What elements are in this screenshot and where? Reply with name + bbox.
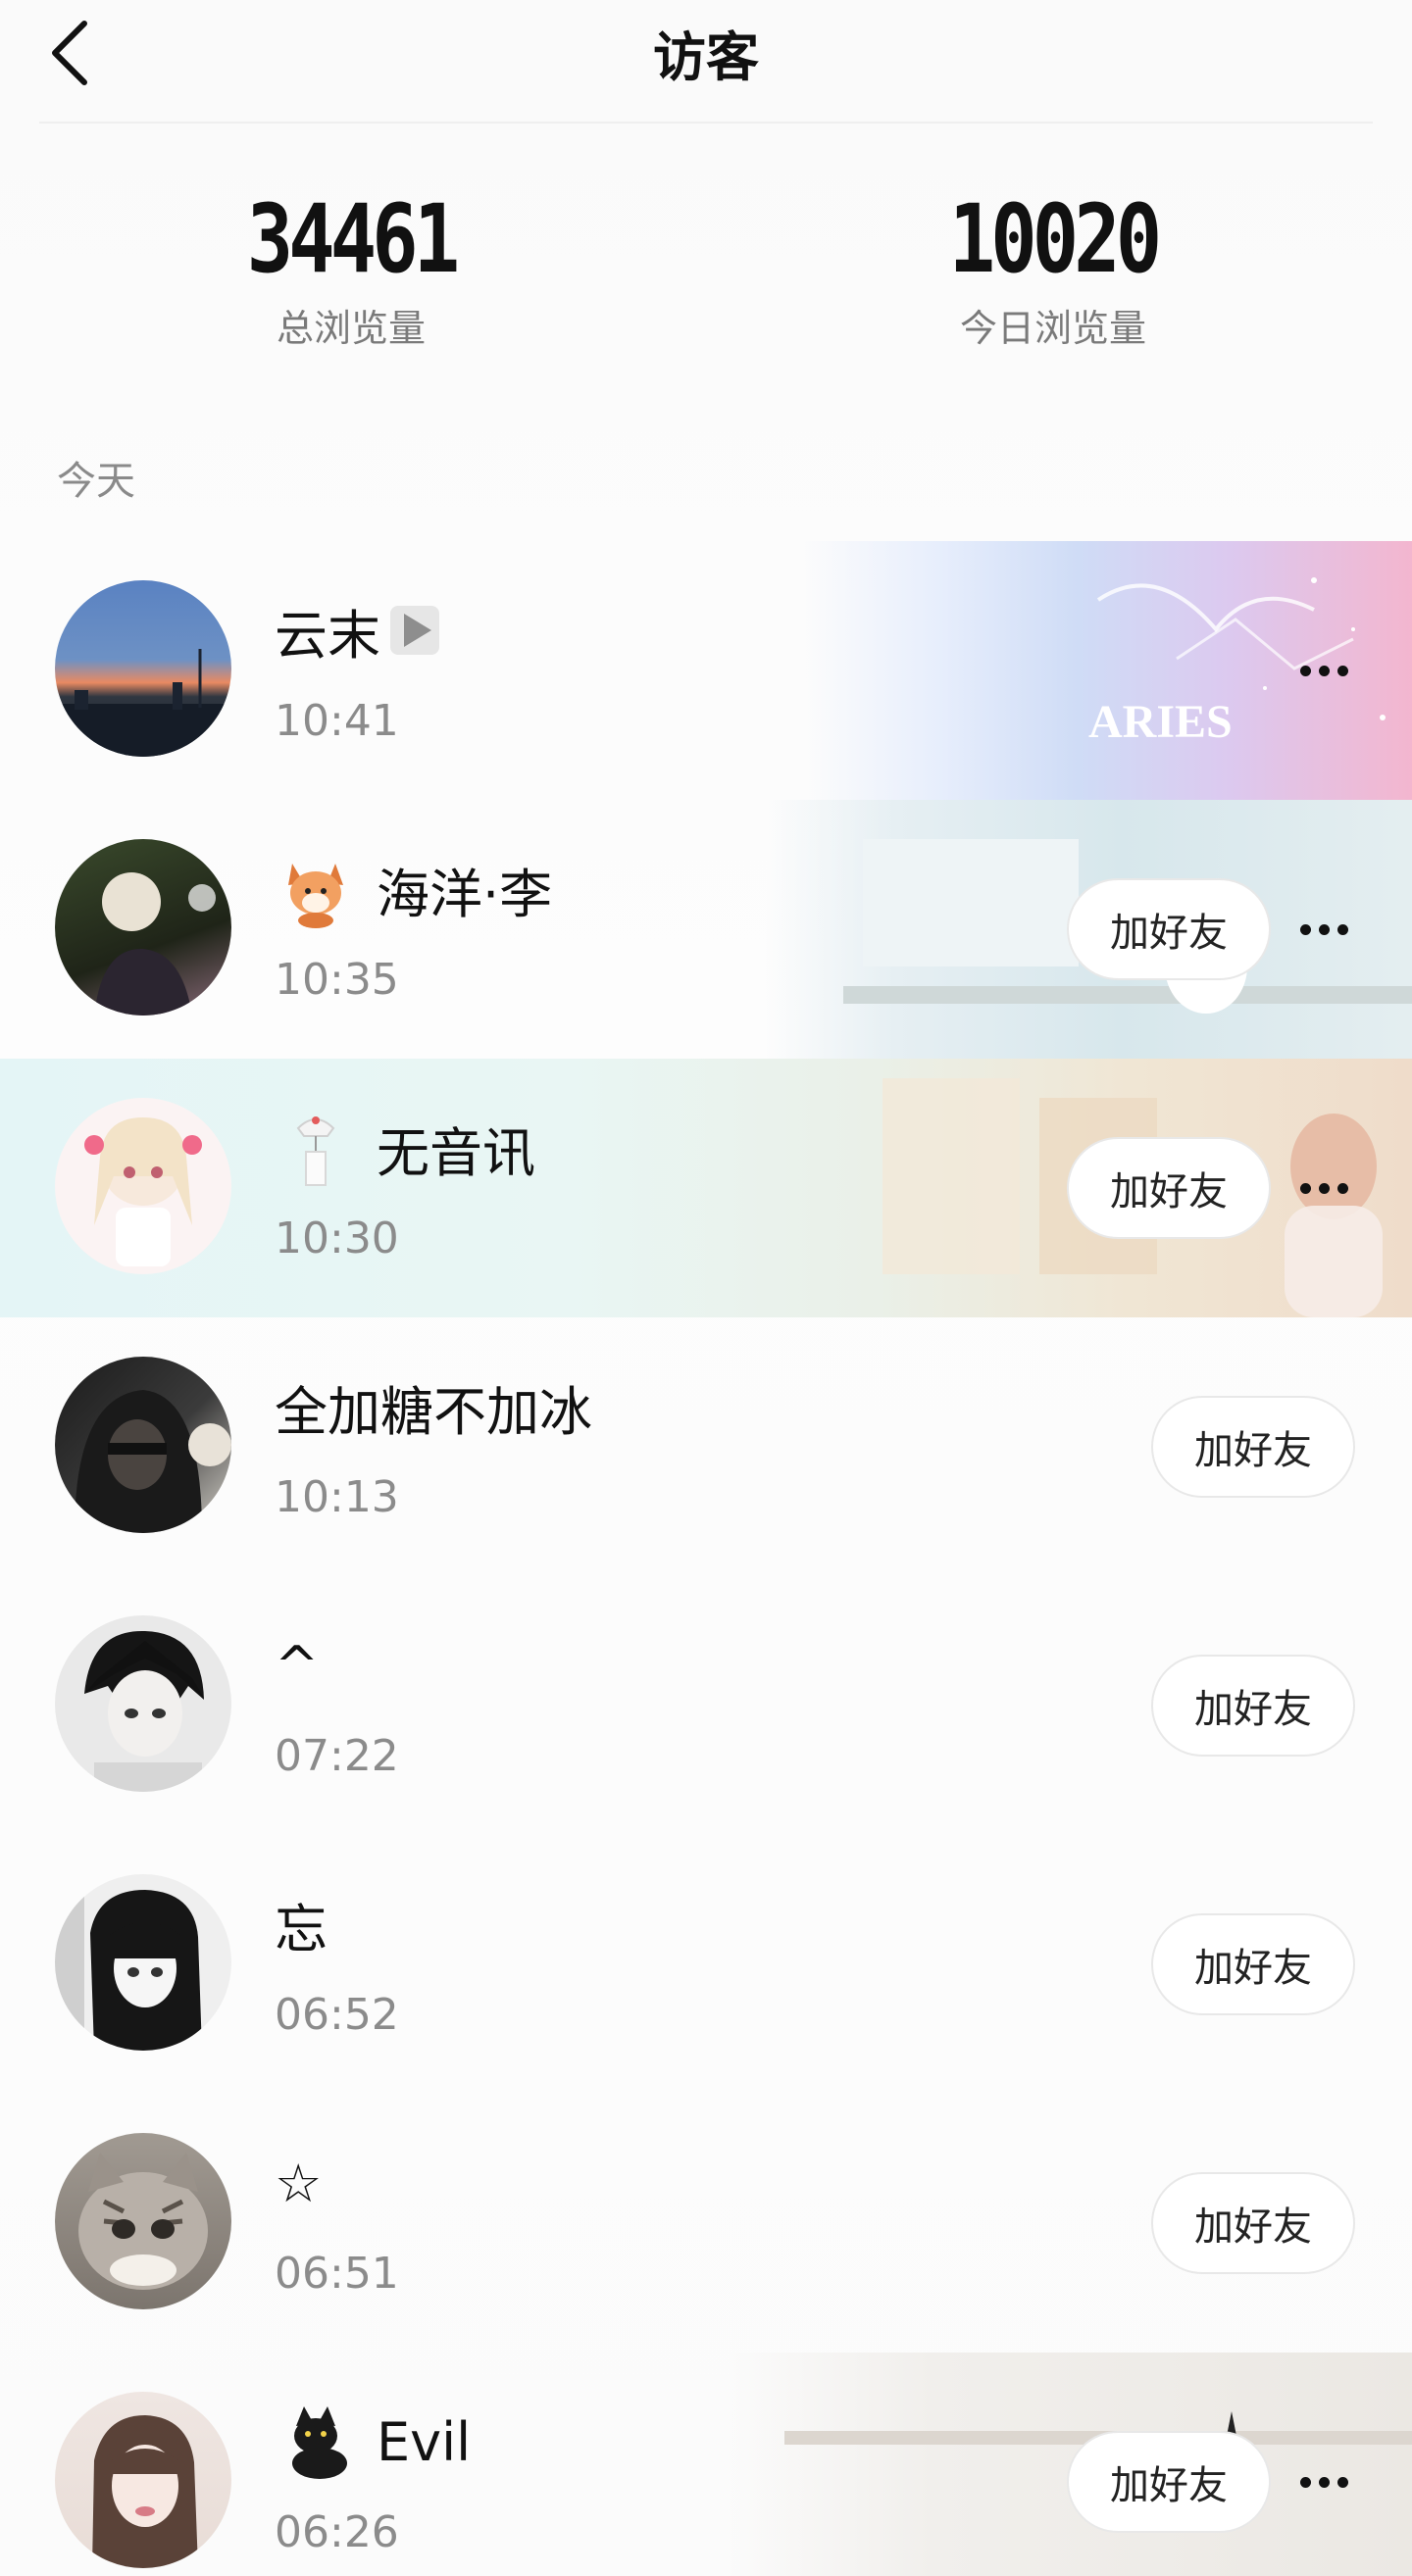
more-options-button[interactable]	[1285, 900, 1363, 959]
more-options-button[interactable]	[1285, 1159, 1363, 1217]
visitor-row[interactable]: 忘 06:52 加好友	[0, 1835, 1412, 2094]
add-friend-button[interactable]: 加好友	[1067, 2431, 1271, 2533]
anime-girl-art	[55, 1874, 202, 2051]
avatar[interactable]	[55, 1357, 231, 1533]
visitor-name[interactable]: 全加糖不加冰	[275, 1368, 592, 1446]
visit-time: 10:41	[275, 696, 399, 746]
visitor-name[interactable]: 忘	[275, 1886, 328, 1963]
aries-text: ARIES	[1088, 696, 1233, 748]
add-friend-button[interactable]: 加好友	[1151, 1396, 1355, 1498]
visitor-name[interactable]: Evil	[377, 2411, 471, 2473]
visitor-row[interactable]: ☆ 06:51 加好友	[0, 2094, 1412, 2353]
avatar[interactable]	[55, 839, 231, 1016]
add-friend-button[interactable]: 加好友	[1067, 1137, 1271, 1239]
more-icon	[1299, 923, 1311, 935]
visitors-page: 访客 34461 总浏览量 10020 今日浏览量 今天 ARIES 云末 10…	[0, 0, 1412, 2576]
section-header-today: 今天	[57, 459, 135, 504]
total-views-label: 总浏览量	[276, 307, 426, 350]
header-divider	[39, 122, 1373, 124]
more-icon-dot	[1318, 665, 1330, 676]
anime-girl-art	[84, 1117, 202, 1266]
visitor-name[interactable]: ^	[275, 1635, 319, 1697]
visitor-name[interactable]: 海洋·李	[377, 851, 552, 928]
visit-time: 06:52	[275, 1990, 399, 2040]
play-icon	[390, 606, 439, 655]
more-icon	[1299, 2476, 1311, 2488]
today-views-value: 10020	[948, 184, 1162, 294]
add-friend-button[interactable]: 加好友	[1151, 1913, 1355, 2015]
city-silhouette	[55, 649, 231, 757]
add-friend-button[interactable]: 加好友	[1067, 878, 1271, 980]
avatar[interactable]	[55, 580, 231, 757]
visitor-row[interactable]: Evil 06:26 加好友	[0, 2353, 1412, 2576]
more-options-button[interactable]	[1285, 641, 1363, 700]
visit-time: 07:22	[275, 1731, 399, 1781]
more-icon-dot	[1336, 665, 1348, 676]
more-icon	[1299, 1182, 1311, 1194]
avatar[interactable]	[55, 2133, 231, 2309]
black-cat-icon	[292, 2406, 347, 2479]
visitor-name[interactable]: ☆	[275, 2153, 322, 2214]
more-icon-dot	[1336, 1182, 1348, 1194]
total-views-stat: 34461 总浏览量	[155, 192, 547, 352]
more-icon-dot	[1336, 923, 1348, 935]
person-silhouette	[94, 872, 216, 1016]
anime-boy-art	[84, 1630, 204, 1792]
avatar[interactable]	[55, 2392, 231, 2568]
visit-time: 10:30	[275, 1214, 399, 1263]
visitor-name[interactable]: 云末	[275, 592, 380, 669]
cat-photo-art	[78, 2153, 208, 2290]
visitor-name[interactable]: 无音讯	[377, 1110, 535, 1187]
avatar[interactable]	[55, 1874, 231, 2051]
wind-chime-icon	[296, 1116, 335, 1186]
girl-photo-art	[92, 2415, 198, 2568]
more-icon-dot	[1336, 2476, 1348, 2488]
hooded-figure-art	[75, 1390, 231, 1533]
add-friend-button[interactable]: 加好友	[1151, 1655, 1355, 1757]
today-views-stat: 10020 今日浏览量	[857, 192, 1249, 352]
visitor-row[interactable]: ^ 07:22 加好友	[0, 1576, 1412, 1835]
visit-time: 10:35	[275, 955, 399, 1005]
today-views-label: 今日浏览量	[959, 307, 1146, 350]
visit-time: 06:51	[275, 2249, 399, 2299]
page-title: 访客	[653, 26, 759, 88]
avatar[interactable]	[55, 1098, 231, 1274]
visitor-row[interactable]: 无音讯 10:30 加好友	[0, 1059, 1412, 1317]
more-icon-dot	[1318, 1182, 1330, 1194]
more-options-button[interactable]	[1285, 2452, 1363, 2511]
add-friend-button[interactable]: 加好友	[1151, 2172, 1355, 2274]
more-icon-dot	[1318, 2476, 1330, 2488]
avatar[interactable]	[55, 1615, 231, 1792]
visit-time: 06:26	[275, 2507, 399, 2557]
total-views-value: 34461	[246, 184, 460, 294]
visitor-row[interactable]: 全加糖不加冰 10:13 加好友	[0, 1317, 1412, 1576]
visitor-row[interactable]: ARIES 云末 10:41	[0, 541, 1412, 800]
more-icon	[1299, 665, 1311, 676]
more-icon-dot	[1318, 923, 1330, 935]
top-bar: 访客	[0, 0, 1412, 108]
visit-time: 10:13	[275, 1472, 399, 1522]
visitor-row[interactable]: 海洋·李 10:35 加好友	[0, 800, 1412, 1059]
fox-icon	[288, 864, 343, 928]
